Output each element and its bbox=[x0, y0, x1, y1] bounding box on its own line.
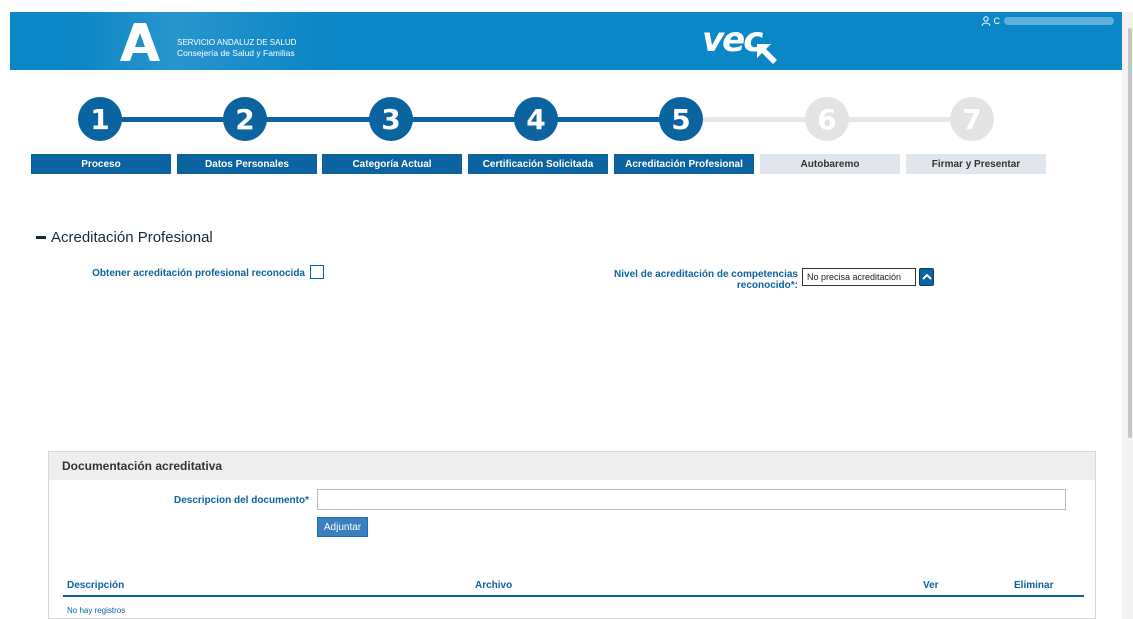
step-1-circle[interactable]: 1 bbox=[78, 97, 122, 141]
step-7-label: Firmar y Presentar bbox=[906, 154, 1046, 174]
step-2-number: 2 bbox=[235, 102, 255, 136]
step-6-number: 6 bbox=[817, 102, 837, 136]
dropdown-toggle-button[interactable] bbox=[919, 268, 934, 286]
descripcion-documento-input[interactable] bbox=[317, 489, 1066, 510]
organization-line1: SERVICIO ANDALUZ DE SALUD bbox=[177, 38, 297, 47]
organization-name: SERVICIO ANDALUZ DE SALUD Consejería de … bbox=[177, 38, 296, 58]
obtener-acreditacion-checkbox[interactable] bbox=[310, 265, 324, 279]
wizard-stepper: 1 2 3 4 5 6 7 Proceso Datos Personales C… bbox=[30, 82, 1050, 177]
collapse-icon[interactable] bbox=[36, 236, 46, 239]
cursor-arrow-icon bbox=[757, 44, 777, 64]
obtener-acreditacion-label: Obtener acreditación profesional reconoc… bbox=[92, 268, 305, 279]
user-name: C bbox=[993, 16, 1001, 26]
column-header-descripcion: Descripción bbox=[67, 580, 125, 591]
step-5-label[interactable]: Acreditación Profesional bbox=[614, 154, 754, 174]
organization-line2: Consejería de Salud y Familias bbox=[177, 48, 295, 58]
step-2-circle[interactable]: 2 bbox=[223, 97, 267, 141]
step-3-circle[interactable]: 3 bbox=[369, 97, 413, 141]
section-header[interactable]: Acreditación Profesional bbox=[36, 229, 213, 246]
step-1-number: 1 bbox=[90, 102, 110, 136]
documentation-panel: Documentación acreditativa Descripcion d… bbox=[48, 451, 1096, 619]
empty-table-message: No hay registros bbox=[67, 606, 126, 615]
scrollbar-thumb[interactable] bbox=[1128, 28, 1132, 438]
chevron-up-icon bbox=[921, 273, 932, 280]
page: SERVICIO ANDALUZ DE SALUD Consejería de … bbox=[0, 0, 1133, 619]
step-4-label[interactable]: Certificación Solicitada bbox=[468, 154, 608, 174]
step-3-number: 3 bbox=[381, 102, 401, 136]
step-5-circle[interactable]: 5 bbox=[659, 97, 703, 141]
step-6-label: Autobaremo bbox=[760, 154, 900, 174]
step-7-circle: 7 bbox=[950, 97, 994, 141]
documentation-panel-title: Documentación acreditativa bbox=[49, 452, 1095, 480]
nivel-acreditacion-select[interactable]: No precisa acreditación bbox=[802, 268, 916, 286]
step-6-circle: 6 bbox=[805, 97, 849, 141]
table-header-divider bbox=[63, 595, 1084, 597]
step-1-label[interactable]: Proceso bbox=[31, 154, 171, 174]
section-title: Acreditación Profesional bbox=[51, 229, 213, 246]
app-header: SERVICIO ANDALUZ DE SALUD Consejería de … bbox=[10, 12, 1122, 70]
nivel-acreditacion-label: Nivel de acreditación de competencias re… bbox=[614, 269, 798, 291]
user-icon bbox=[981, 16, 990, 26]
vec-logo: vec bbox=[702, 20, 763, 60]
step-2-label[interactable]: Datos Personales bbox=[177, 154, 317, 174]
user-name-redacted bbox=[1004, 17, 1114, 25]
step-5-number: 5 bbox=[671, 102, 691, 136]
column-header-archivo: Archivo bbox=[475, 580, 513, 591]
descripcion-documento-label: Descripcion del documento* bbox=[173, 495, 309, 506]
step-7-number: 7 bbox=[962, 102, 982, 136]
column-header-eliminar: Eliminar bbox=[1014, 580, 1054, 591]
step-3-label[interactable]: Categoría Actual bbox=[322, 154, 462, 174]
step-4-circle[interactable]: 4 bbox=[514, 97, 558, 141]
adjuntar-button[interactable]: Adjuntar bbox=[317, 517, 368, 537]
step-4-number: 4 bbox=[526, 102, 546, 136]
column-header-ver: Ver bbox=[923, 580, 939, 591]
junta-andalucia-logo bbox=[120, 23, 160, 61]
user-menu[interactable]: C bbox=[981, 14, 1114, 28]
